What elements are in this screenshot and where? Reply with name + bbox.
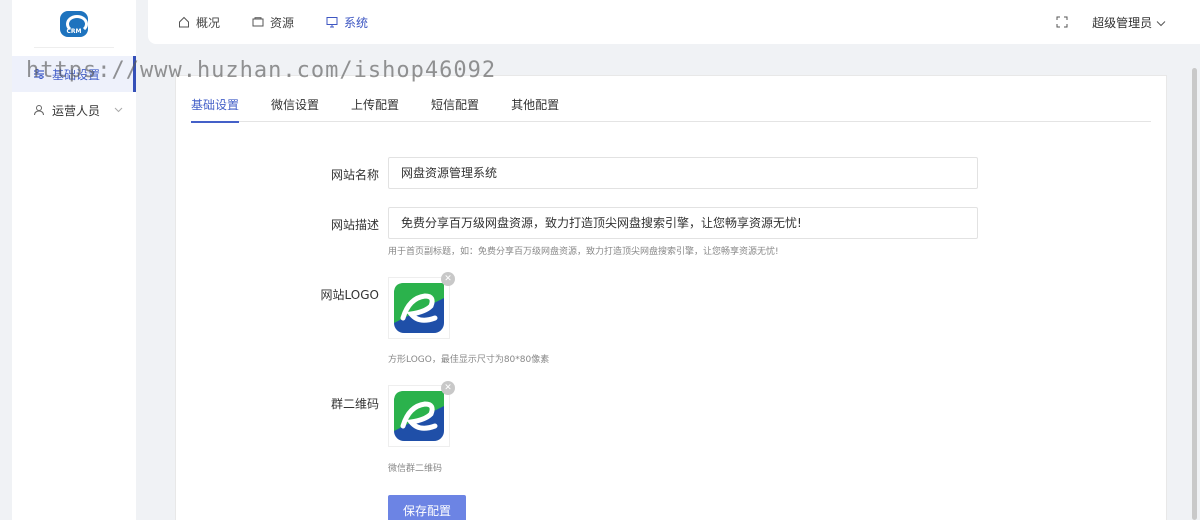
admin-menu[interactable]: 超级管理员 [1092, 14, 1166, 31]
sidebar-item-label: 基础设置 [52, 67, 101, 82]
group-qr-upload[interactable] [388, 385, 450, 447]
top-header: 概况 资源 系统 超级管理员 [148, 0, 1200, 44]
sidebar-item-operators[interactable]: 运营人员 [12, 92, 136, 128]
header-right: 超级管理员 [1056, 14, 1166, 31]
tab-resources[interactable]: 资源 [252, 14, 294, 31]
tab-overview[interactable]: 概况 [178, 14, 220, 31]
fullscreen-icon[interactable] [1056, 16, 1068, 28]
sidebar-item-basic-settings[interactable]: 基础设置 [12, 56, 136, 92]
group-qr-image [394, 391, 444, 441]
admin-label: 超级管理员 [1092, 15, 1153, 30]
logo-text: CRM [66, 27, 82, 35]
tab-sms-config[interactable]: 短信配置 [431, 96, 479, 122]
chevron-down-icon [114, 105, 123, 116]
monitor-icon [326, 16, 338, 28]
page-scrollbar[interactable] [1192, 68, 1197, 520]
site-desc-input[interactable]: 免费分享百万级网盘资源，致力打造顶尖网盘搜索引擎，让您畅享资源无忧! [388, 207, 978, 239]
folder-icon [252, 16, 264, 28]
settings-panel: 基础设置 微信设置 上传配置 短信配置 其他配置 网站名称 网盘资源管理系统 网… [175, 75, 1167, 520]
group-qr-label: 群二维码 [330, 397, 379, 411]
site-logo-hint: 方形LOGO，最佳显示尺寸为80*80像素 [388, 355, 550, 365]
site-logo-label: 网站LOGO [320, 288, 379, 302]
group-qr-hint: 微信群二维码 [388, 464, 443, 474]
tab-upload-config[interactable]: 上传配置 [351, 96, 399, 122]
sliders-icon [32, 67, 46, 81]
remove-qr-button[interactable]: ✕ [441, 381, 455, 395]
site-name-label: 网站名称 [330, 168, 379, 182]
site-logo-upload[interactable] [388, 277, 450, 339]
save-config-button[interactable]: 保存配置 [388, 495, 466, 520]
site-desc-label: 网站描述 [330, 218, 379, 232]
sidebar-item-label: 运营人员 [52, 103, 101, 118]
site-logo-image [394, 283, 444, 333]
remove-logo-button[interactable]: ✕ [441, 272, 455, 286]
crm-logo[interactable]: CRM [60, 10, 88, 37]
site-name-input[interactable]: 网盘资源管理系统 [388, 157, 978, 189]
tab-basic-settings[interactable]: 基础设置 [191, 96, 240, 123]
home-icon [178, 16, 190, 28]
tab-wechat-settings[interactable]: 微信设置 [271, 96, 319, 122]
settings-tabs: 基础设置 微信设置 上传配置 短信配置 其他配置 [191, 96, 1151, 123]
tab-system[interactable]: 系统 [326, 14, 368, 31]
logo-area: CRM [34, 0, 114, 48]
tab-other-config[interactable]: 其他配置 [511, 96, 559, 122]
user-icon [32, 103, 46, 117]
chevron-down-icon [1156, 20, 1166, 26]
site-desc-hint: 用于首页副标题，如：免费分享百万级网盘资源，致力打造顶尖网盘搜索引擎，让您畅享资… [388, 247, 779, 257]
tab-label: 资源 [270, 15, 295, 30]
sidebar: CRM 基础设置 运营人员 [12, 0, 136, 520]
tab-label: 概况 [196, 15, 221, 30]
tab-label: 系统 [344, 15, 369, 30]
